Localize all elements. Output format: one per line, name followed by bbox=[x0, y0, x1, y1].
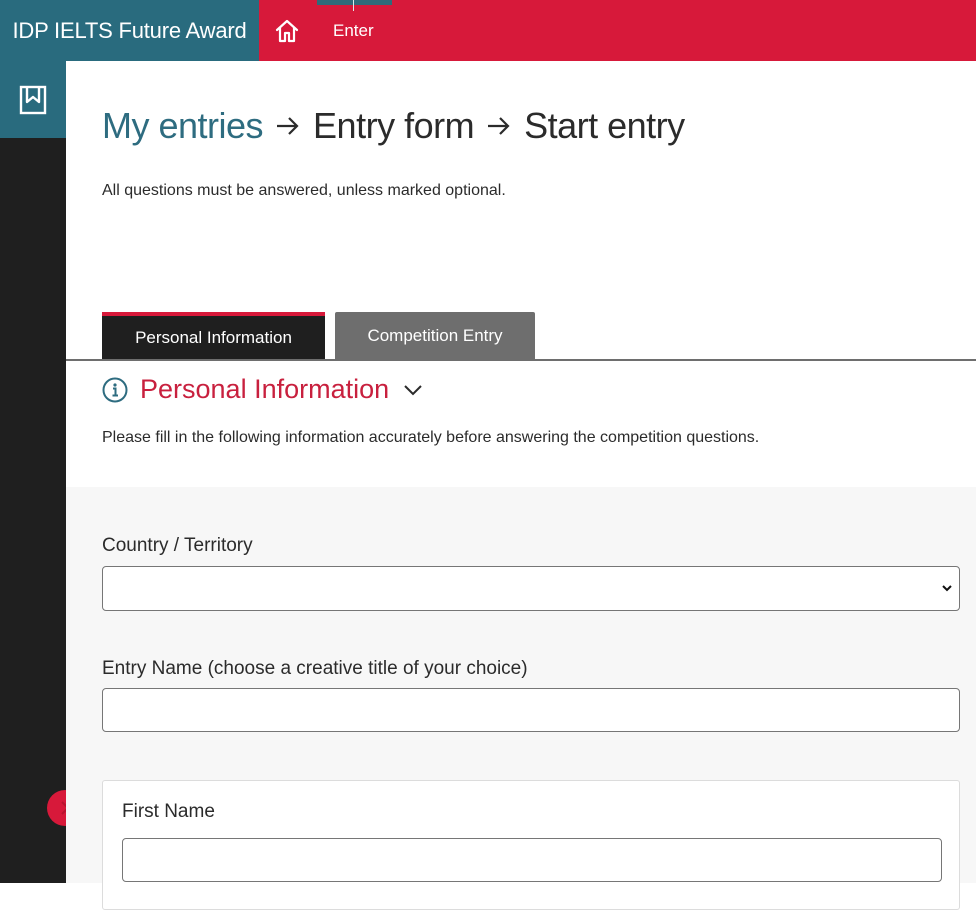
name-card: First Name bbox=[102, 780, 960, 910]
section-title: Personal Information bbox=[140, 374, 390, 404]
first-name-input[interactable] bbox=[122, 838, 942, 882]
breadcrumb: My entries Entry form Start entry bbox=[102, 105, 685, 147]
first-name-label: First Name bbox=[122, 801, 215, 822]
sidebar bbox=[0, 61, 66, 883]
tab-competition-entry[interactable]: Competition Entry bbox=[335, 312, 535, 360]
top-bar: IDP IELTS Future Award Enter bbox=[0, 0, 976, 61]
main-content: My entries Entry form Start entry All qu… bbox=[66, 61, 976, 910]
section-toggle[interactable]: Personal Information bbox=[102, 374, 423, 405]
tab-bar: Personal Information Competition Entry bbox=[102, 312, 535, 360]
arrow-right-icon bbox=[275, 115, 301, 137]
info-icon bbox=[102, 377, 128, 402]
nav-active-indicator bbox=[317, 0, 392, 5]
chevron-down-icon bbox=[942, 585, 952, 592]
entry-name-input[interactable] bbox=[102, 688, 960, 732]
tab-personal-information[interactable]: Personal Information bbox=[102, 312, 325, 360]
section-description: Please fill in the following information… bbox=[102, 429, 760, 446]
form-panel: Country / Territory Entry Name (choose a… bbox=[66, 487, 976, 910]
country-select[interactable] bbox=[102, 566, 960, 611]
arrow-right-icon bbox=[486, 115, 512, 137]
home-icon bbox=[275, 19, 299, 42]
nav-enter[interactable]: Enter bbox=[315, 0, 392, 61]
app-title: IDP IELTS Future Award bbox=[0, 0, 259, 61]
nav-active-tick bbox=[353, 0, 354, 11]
intro-text: All questions must be answered, unless m… bbox=[102, 182, 506, 199]
breadcrumb-start-entry: Start entry bbox=[524, 105, 685, 146]
breadcrumb-my-entries[interactable]: My entries bbox=[102, 105, 264, 147]
nav-enter-label: Enter bbox=[333, 20, 374, 40]
entries-button[interactable] bbox=[0, 61, 66, 138]
entry-name-label: Entry Name (choose a creative title of y… bbox=[102, 658, 528, 679]
tab-divider bbox=[66, 359, 976, 361]
country-label: Country / Territory bbox=[102, 535, 253, 556]
chevron-down-icon bbox=[404, 384, 422, 395]
breadcrumb-entry-form: Entry form bbox=[313, 105, 475, 146]
home-button[interactable] bbox=[259, 0, 315, 61]
bookmark-icon bbox=[19, 85, 47, 114]
